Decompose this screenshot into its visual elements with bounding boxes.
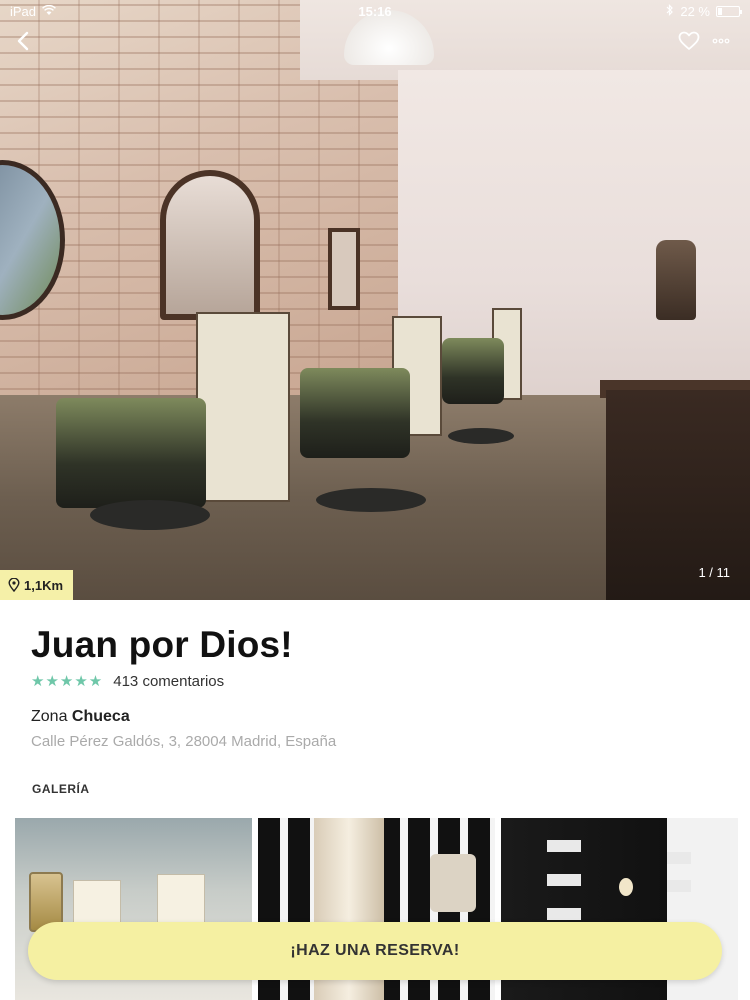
photo-counter: 1 / 11 (698, 565, 730, 580)
more-dots-icon (712, 38, 730, 44)
battery-icon (716, 5, 742, 17)
hero-photo[interactable]: iPad 15:16 22 % 1,1Km 1 / 11 (0, 0, 750, 600)
rating-row[interactable]: ★★★★★ 413 comentarios (31, 672, 224, 691)
distance-value: 1,1Km (24, 577, 64, 593)
barber-chair-base (316, 488, 426, 512)
barber-chair-seat (300, 368, 410, 458)
barber-chair-base (448, 428, 514, 444)
more-button[interactable] (706, 26, 736, 56)
location-pin-icon (8, 578, 20, 592)
wall-decoration (547, 840, 581, 852)
back-button[interactable] (8, 26, 38, 56)
barber-chair-seat (442, 338, 504, 404)
favorite-button[interactable] (674, 26, 704, 56)
battery-fill (718, 7, 723, 15)
small-mirror (328, 228, 360, 310)
wall-lamp (619, 878, 633, 896)
comments-count[interactable]: 413 comentarios (113, 673, 224, 690)
zone-line: Zona Chueca (31, 708, 130, 726)
wall-decoration (667, 880, 691, 892)
wall-decoration (547, 874, 581, 886)
rating-stars: ★★★★★ (31, 673, 104, 690)
address[interactable]: Calle Pérez Galdós, 3, 28004 Madrid, Esp… (31, 733, 336, 750)
wall-ornament (430, 854, 476, 912)
venue-name: Juan por Dios! (31, 624, 293, 665)
barber-chair-seat (56, 398, 206, 508)
barber-chair-back (196, 312, 290, 502)
status-bar: iPad 15:16 22 % (0, 0, 750, 22)
zone-name: Chueca (71, 708, 130, 725)
clock: 15:16 (358, 3, 392, 19)
wall-decoration (667, 852, 691, 864)
gallery-heading: GALERÍA (32, 782, 90, 796)
wall-decoration (547, 908, 581, 920)
zone-prefix: Zona (31, 708, 68, 725)
book-now-button[interactable]: ¡HAZ UNA RESERVA! (28, 922, 722, 980)
distance-badge: 1,1Km (0, 570, 74, 600)
chevron-left-icon (17, 31, 29, 51)
plant-decoration (656, 240, 696, 320)
arched-mirror (160, 170, 260, 320)
heart-icon (678, 31, 700, 50)
barber-chair-base (90, 500, 210, 530)
